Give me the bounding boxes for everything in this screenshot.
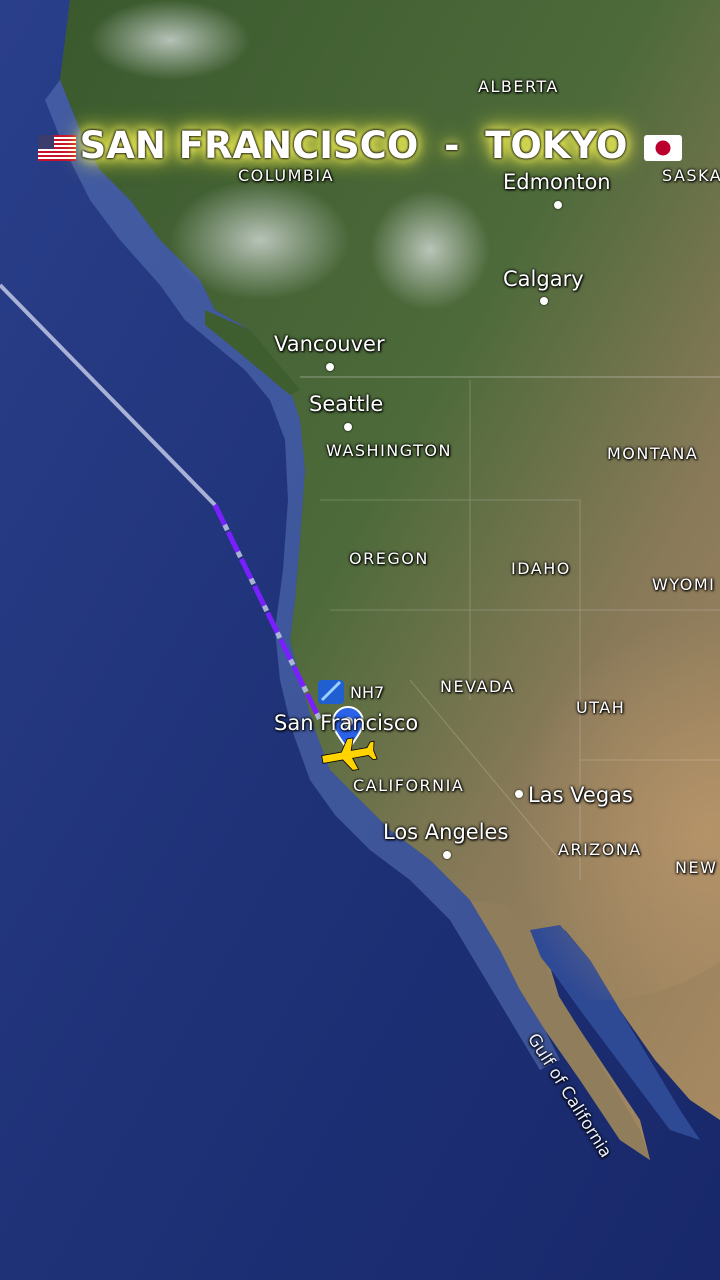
label-calgary[interactable]: Calgary — [503, 267, 584, 291]
label-san-francisco[interactable]: San Francisco — [274, 711, 418, 735]
label-edmonton[interactable]: Edmonton — [503, 170, 611, 194]
origin-city: SAN FRANCISCO — [79, 124, 419, 167]
label-utah: UTAH — [576, 698, 626, 717]
label-columbia: COLUMBIA — [238, 166, 335, 185]
label-washington: WASHINGTON — [326, 441, 452, 460]
city-dot-los-angeles — [443, 851, 451, 859]
snow-rockies-2 — [370, 190, 490, 310]
destination-city: TOKYO — [485, 124, 628, 167]
label-seattle[interactable]: Seattle — [309, 392, 383, 416]
city-dot-calgary — [540, 297, 548, 305]
label-idaho: IDAHO — [511, 559, 571, 578]
airline-marker-icon[interactable] — [318, 680, 344, 704]
label-saskatchewan: SASKA — [662, 166, 720, 185]
city-dot-las-vegas — [515, 790, 523, 798]
city-dot-edmonton — [554, 201, 562, 209]
label-montana: MONTANA — [607, 444, 699, 463]
city-dot-seattle — [344, 423, 352, 431]
flight-callsign[interactable]: NH7 — [350, 683, 384, 702]
label-arizona: ARIZONA — [558, 840, 642, 859]
snow-rockies-1 — [170, 180, 350, 300]
label-alberta: ALBERTA — [478, 77, 559, 96]
label-wyoming: WYOMI — [652, 575, 716, 594]
satellite-map[interactable] — [0, 0, 720, 1280]
label-oregon: OREGON — [349, 549, 429, 568]
snow-north — [90, 0, 250, 80]
label-los-angeles[interactable]: Los Angeles — [383, 820, 508, 844]
label-california: CALIFORNIA — [353, 776, 465, 795]
label-vancouver[interactable]: Vancouver — [274, 332, 385, 356]
label-las-vegas[interactable]: Las Vegas — [528, 783, 633, 807]
route-separator: - — [444, 124, 460, 167]
route-title: SAN FRANCISCO - TOKYO — [0, 124, 720, 167]
us-flag-icon — [37, 134, 76, 161]
label-nevada: NEVADA — [440, 677, 515, 696]
label-new-mexico: NEW — [675, 858, 718, 877]
japan-flag-icon — [644, 134, 683, 161]
city-dot-vancouver — [326, 363, 334, 371]
